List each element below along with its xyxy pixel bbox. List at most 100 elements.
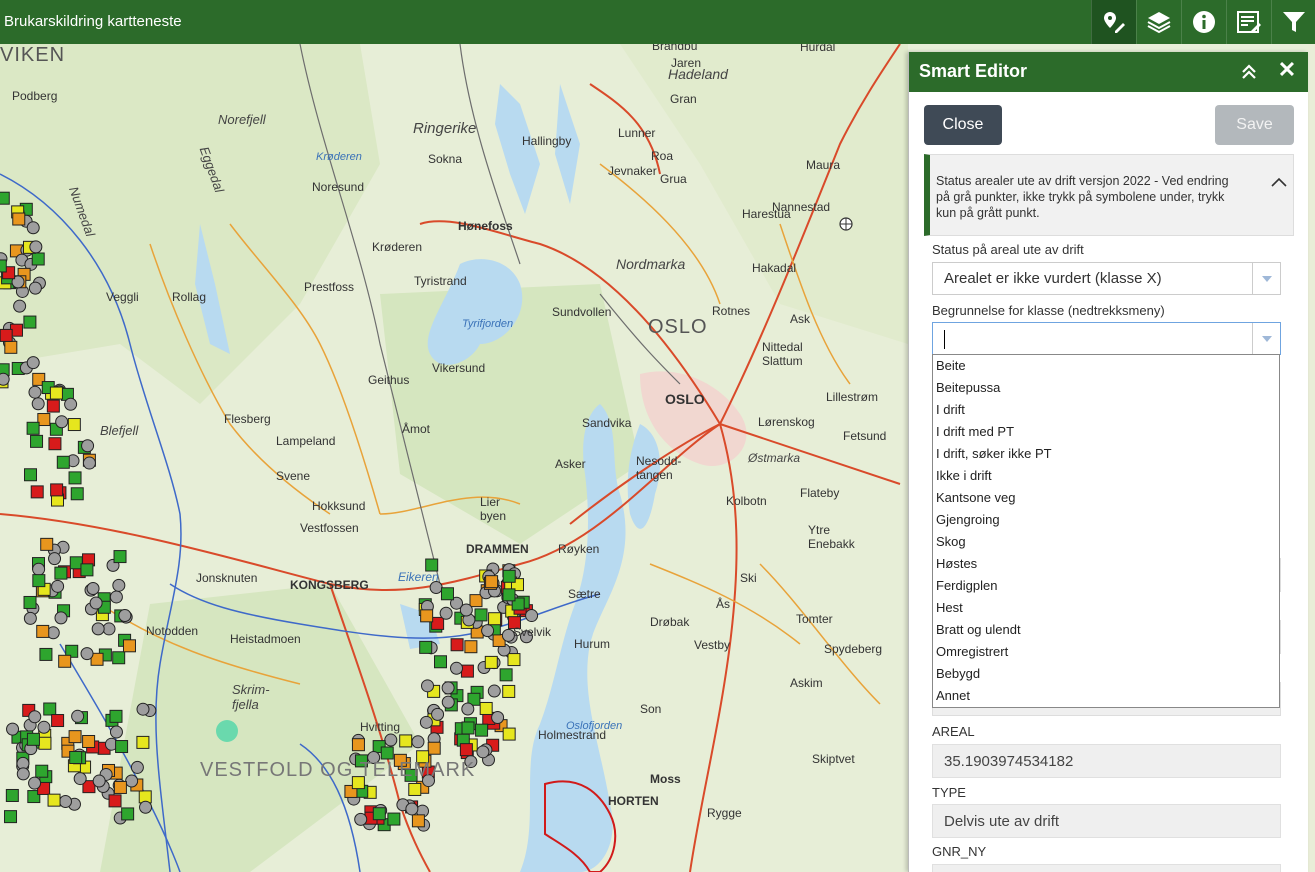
survey-point[interactable]: [32, 574, 46, 588]
survey-point[interactable]: [28, 281, 42, 295]
survey-point[interactable]: [16, 767, 30, 781]
survey-point[interactable]: [118, 608, 132, 622]
dropdown-option[interactable]: Hest: [933, 597, 1279, 619]
survey-point[interactable]: [479, 701, 493, 715]
reason-select[interactable]: [932, 322, 1281, 355]
survey-point[interactable]: [38, 736, 52, 750]
survey-point[interactable]: [37, 720, 51, 734]
dropdown-option[interactable]: Bebygd: [933, 663, 1279, 685]
survey-point[interactable]: [476, 745, 490, 759]
survey-point[interactable]: [28, 776, 42, 790]
survey-point[interactable]: [408, 782, 422, 796]
survey-point[interactable]: [487, 684, 501, 698]
survey-point[interactable]: [525, 609, 539, 623]
survey-point[interactable]: [372, 807, 386, 821]
survey-point[interactable]: [37, 413, 51, 427]
survey-point[interactable]: [461, 702, 475, 716]
survey-point[interactable]: [427, 741, 441, 755]
filter-tool[interactable]: [1271, 0, 1315, 44]
survey-point[interactable]: [469, 594, 483, 608]
survey-point[interactable]: [112, 651, 126, 665]
survey-point[interactable]: [55, 415, 69, 429]
survey-point[interactable]: [484, 655, 498, 669]
dropdown-option[interactable]: Beitepussa: [933, 377, 1279, 399]
survey-point[interactable]: [109, 725, 123, 739]
survey-point[interactable]: [502, 569, 516, 583]
survey-point[interactable]: [351, 738, 365, 752]
close-button[interactable]: Close: [924, 105, 1002, 145]
survey-point[interactable]: [80, 563, 94, 577]
survey-point[interactable]: [82, 456, 96, 470]
survey-point[interactable]: [0, 259, 7, 273]
survey-point[interactable]: [91, 622, 105, 636]
survey-point[interactable]: [387, 812, 401, 826]
close-icon[interactable]: ✕: [1277, 59, 1297, 81]
survey-point[interactable]: [449, 661, 463, 675]
dropdown-arrow-icon[interactable]: [1252, 323, 1280, 354]
survey-point[interactable]: [354, 812, 368, 826]
survey-point[interactable]: [48, 552, 62, 566]
dropdown-option[interactable]: Skog: [933, 531, 1279, 553]
survey-point[interactable]: [30, 434, 44, 448]
survey-point[interactable]: [113, 550, 127, 564]
survey-point[interactable]: [4, 340, 18, 354]
layer-header[interactable]: Status arealer ute av drift versjon 2022…: [924, 154, 1294, 236]
survey-point[interactable]: [411, 735, 425, 749]
survey-point[interactable]: [502, 588, 516, 602]
survey-point[interactable]: [502, 684, 516, 698]
survey-point[interactable]: [13, 299, 27, 313]
survey-point[interactable]: [0, 328, 13, 342]
survey-point[interactable]: [488, 612, 502, 626]
areal-field[interactable]: 35.1903974534182: [932, 744, 1281, 778]
survey-point[interactable]: [80, 647, 94, 661]
dropdown-option[interactable]: Annet: [933, 685, 1279, 707]
survey-point[interactable]: [421, 679, 435, 693]
survey-point[interactable]: [136, 702, 150, 716]
layers-tool[interactable]: [1136, 0, 1181, 44]
smart-editor-tool[interactable]: [1091, 0, 1136, 44]
survey-point[interactable]: [58, 795, 72, 809]
survey-point[interactable]: [32, 562, 46, 576]
survey-point[interactable]: [112, 578, 126, 592]
survey-point[interactable]: [405, 802, 419, 816]
survey-point[interactable]: [58, 654, 72, 668]
survey-point[interactable]: [434, 655, 448, 669]
survey-point[interactable]: [475, 723, 489, 737]
survey-point[interactable]: [502, 727, 516, 741]
reason-dropdown-list[interactable]: Beite Beitepussa I drift I drift med PT I dr…: [932, 354, 1280, 708]
survey-point[interactable]: [125, 774, 139, 788]
survey-point[interactable]: [51, 579, 65, 593]
survey-point[interactable]: [46, 399, 60, 413]
survey-point[interactable]: [48, 437, 62, 451]
survey-point[interactable]: [6, 722, 20, 736]
save-button[interactable]: Save: [1215, 105, 1294, 145]
survey-point[interactable]: [0, 372, 10, 386]
survey-point[interactable]: [49, 386, 63, 400]
gnr-field[interactable]: [932, 864, 1281, 872]
survey-point[interactable]: [70, 487, 84, 501]
survey-point[interactable]: [440, 587, 454, 601]
survey-point[interactable]: [411, 814, 425, 828]
dropdown-option[interactable]: Bratt og ulendt: [933, 619, 1279, 641]
survey-point[interactable]: [130, 760, 144, 774]
survey-point[interactable]: [450, 638, 464, 652]
survey-point[interactable]: [380, 746, 394, 760]
dropdown-option[interactable]: I drift: [933, 399, 1279, 421]
dropdown-option[interactable]: Ikke i drift: [933, 465, 1279, 487]
survey-point[interactable]: [12, 212, 26, 226]
survey-point[interactable]: [420, 609, 434, 623]
survey-point[interactable]: [71, 709, 85, 723]
survey-point[interactable]: [441, 695, 455, 709]
survey-point[interactable]: [89, 596, 103, 610]
survey-point[interactable]: [459, 743, 473, 757]
dropdown-option[interactable]: I drift, søker ikke PT: [933, 443, 1279, 465]
survey-point[interactable]: [56, 455, 70, 469]
survey-point[interactable]: [499, 668, 513, 682]
survey-point[interactable]: [431, 707, 445, 721]
survey-point[interactable]: [68, 730, 82, 744]
survey-point[interactable]: [464, 640, 478, 654]
survey-point[interactable]: [30, 485, 44, 499]
survey-point[interactable]: [73, 772, 87, 786]
survey-point[interactable]: [0, 191, 10, 205]
survey-point[interactable]: [43, 702, 57, 716]
